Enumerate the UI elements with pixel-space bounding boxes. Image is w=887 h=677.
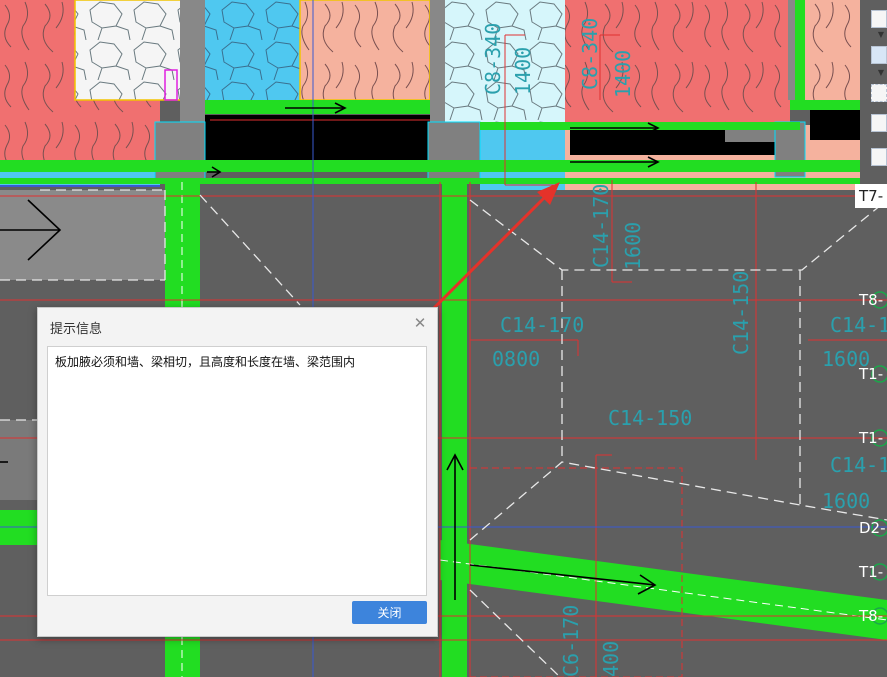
axis-label-4: T1-	[859, 429, 884, 447]
dialog-title: 提示信息	[50, 322, 103, 337]
toolbar-button-3[interactable]	[871, 84, 887, 102]
rebar-label-slab-3: C14-150	[729, 271, 753, 355]
close-button[interactable]: 关闭	[352, 601, 427, 624]
rebar-label-slab-10: 1600	[822, 489, 870, 513]
rebar-label-upper-2: 1400	[511, 47, 535, 95]
rebar-label-slab-8: C14-150	[608, 406, 692, 430]
rebar-label-slab-2: 1600	[621, 222, 645, 270]
rebar-label-upper-1: C8-340	[481, 23, 505, 95]
toolbar-button-2[interactable]	[871, 46, 887, 64]
chevron-down-icon: ▼	[877, 30, 884, 39]
rebar-label-slab-9: C14-170	[830, 453, 887, 477]
close-icon[interactable]: ✕	[411, 314, 429, 332]
rebar-label-slab-6: C14-170	[830, 313, 887, 337]
toolbar-button-4[interactable]	[871, 114, 887, 132]
dialog-message-box: 板加腋必须和墙、梁相切，且高度和长度在墙、梁范围内	[47, 346, 427, 596]
dialog-message: 板加腋必须和墙、梁相切，且高度和长度在墙、梁范围内	[55, 355, 356, 369]
rebar-label-slab-5: 0800	[492, 347, 540, 371]
axis-label-7: T8-	[859, 607, 884, 625]
rebar-label-upper-4: 1400	[611, 50, 635, 98]
axis-label-1: T7-	[855, 184, 887, 208]
rebar-label-slab-4: C14-170	[500, 313, 584, 337]
axis-label-2: T8-	[859, 291, 884, 309]
rebar-label-upper-3: C8-340	[578, 18, 602, 90]
toolbar-dropdown-icon-2[interactable]: ▼	[871, 68, 887, 78]
toolbar-button-1[interactable]	[871, 10, 887, 28]
rebar-label-slab-11: C6-170	[559, 605, 583, 677]
axis-label-6: T1-	[859, 563, 884, 581]
rebar-label-slab-12: 400	[599, 641, 623, 677]
chevron-down-icon: ▼	[877, 68, 884, 77]
axis-label-5: D2-	[859, 519, 886, 537]
axis-label-3: T1-	[859, 365, 884, 383]
toolbar-dropdown-icon[interactable]: ▼	[871, 30, 887, 40]
toolbar-button-5[interactable]	[871, 148, 887, 166]
info-dialog: 提示信息 ✕ 板加腋必须和墙、梁相切，且高度和长度在墙、梁范围内 关闭	[37, 307, 438, 637]
rebar-label-slab-1: C14-170	[589, 184, 613, 268]
